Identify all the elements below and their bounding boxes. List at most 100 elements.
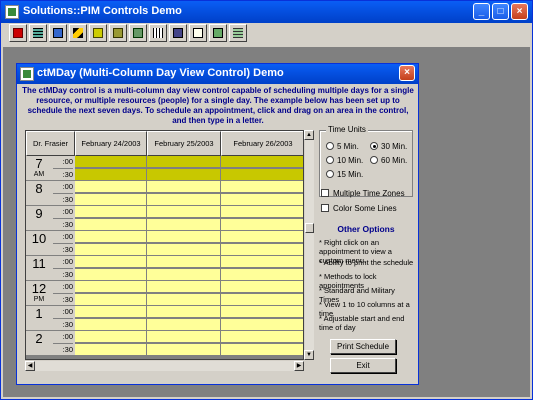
day-view-grid[interactable]: Dr. Frasier February 24/2003 February 25… [25,130,304,360]
time-slot-cell[interactable] [75,156,147,168]
time-slot-cell[interactable] [75,306,147,318]
time-slot-cell[interactable] [147,293,221,306]
time-slot-cell[interactable] [75,206,147,218]
time-slot-cell[interactable] [75,343,147,356]
time-slot-cell[interactable] [147,256,221,268]
time-slot-cell[interactable] [75,281,147,293]
column-header[interactable]: February 24/2003 [75,131,147,156]
list-icon[interactable] [29,24,47,42]
time-slot-cell[interactable] [221,156,303,168]
hour-label: 9:00:30 [26,206,75,231]
time-slot-cell[interactable] [221,218,303,231]
time-slot-cell[interactable] [221,168,303,181]
time-slot-cell[interactable] [147,206,221,218]
time-slot-cell[interactable] [221,318,303,331]
time-slot-cell[interactable] [221,256,303,268]
book-icon[interactable] [89,24,107,42]
description-text: The ctMDay control is a multi-column day… [22,86,414,125]
hour-number: 7 [35,156,43,171]
time-slot-cell[interactable] [147,218,221,231]
scroll-right-icon[interactable]: ▶ [294,361,304,371]
time-slot-cell[interactable] [147,318,221,331]
time-slot-cell[interactable] [75,331,147,343]
time-slot-cell[interactable] [147,268,221,281]
time-slot-cell[interactable] [147,181,221,193]
time-slot-cell[interactable] [221,268,303,281]
scroll-thumb[interactable] [305,223,314,233]
color-some-lines-checkbox[interactable]: Color Some Lines [321,204,397,214]
time-slot-cell[interactable] [221,343,303,356]
scroll-down-icon[interactable]: ▼ [304,350,314,360]
horizontal-scrollbar[interactable]: ◀ ▶ [25,361,304,371]
time-slot-cell[interactable] [75,318,147,331]
time-slot-cell[interactable] [75,268,147,281]
time-slot-cell[interactable] [75,168,147,181]
notes-icon[interactable] [189,24,207,42]
time-slot-cell[interactable] [147,243,221,256]
app-icon [5,5,19,19]
time-slot-cell[interactable] [147,168,221,181]
keyboard-icon[interactable] [169,24,187,42]
time-slot-cell[interactable] [147,193,221,206]
hour-number: 8 [35,181,43,196]
exit-button[interactable]: Exit [330,358,396,373]
toolbar [5,23,529,45]
resource-header[interactable]: Dr. Frasier [26,131,75,156]
minute-label: :30 [53,318,73,330]
maximize-button[interactable]: □ [492,3,509,20]
time-slot-cell[interactable] [75,256,147,268]
time-slot-cell[interactable] [75,181,147,193]
time-slot-cell[interactable] [221,281,303,293]
calendar-icon[interactable] [9,24,27,42]
time-slot-cell[interactable] [221,181,303,193]
time-slot-cell[interactable] [221,306,303,318]
book3-icon[interactable] [129,24,147,42]
child-close-button[interactable]: × [399,65,415,81]
minute-label: :30 [53,293,73,305]
time-slot-cell[interactable] [147,156,221,168]
time-slot-cell[interactable] [75,231,147,243]
hour-number: 2 [35,331,43,346]
radio-30-min[interactable]: 30 Min. [370,142,407,152]
column-header[interactable]: February 25/2003 [147,131,221,156]
radio-10-min[interactable]: 10 Min. [326,156,363,166]
child-app-icon [20,67,34,81]
time-slot-cell[interactable] [147,231,221,243]
radio-60-min[interactable]: 60 Min. [370,156,407,166]
minimize-button[interactable]: _ [473,3,490,20]
print-schedule-button[interactable]: Print Schedule [330,339,396,354]
multiple-time-zones-checkbox[interactable]: Multiple Time Zones [321,189,405,199]
time-slot-cell[interactable] [221,293,303,306]
time-slot-cell[interactable] [221,193,303,206]
minute-label: :30 [53,193,73,205]
time-slot-cell[interactable] [221,331,303,343]
child-titlebar[interactable]: ctMDay (Multi-Column Day View Control) D… [17,64,418,84]
hourglass-icon[interactable] [69,24,87,42]
time-slot-cell[interactable] [75,243,147,256]
time-slot-cell[interactable] [147,306,221,318]
time-slot-cell[interactable] [221,243,303,256]
time-slot-cell[interactable] [147,331,221,343]
time-slot-cell[interactable] [75,218,147,231]
grid-icon[interactable] [229,24,247,42]
time-slot-cell[interactable] [75,293,147,306]
column-header[interactable]: February 26/2003 [221,131,303,156]
vertical-scrollbar[interactable]: ▲ ▼ [304,130,314,360]
time-slot-cell[interactable] [221,206,303,218]
scroll-left-icon[interactable]: ◀ [25,361,35,371]
scroll-up-icon[interactable]: ▲ [304,130,314,140]
card-icon[interactable] [49,24,67,42]
barcode-icon[interactable] [149,24,167,42]
radio-5-min[interactable]: 5 Min. [326,142,359,152]
time-slot-cell[interactable] [75,193,147,206]
time-slot-cell[interactable] [147,281,221,293]
main-titlebar[interactable]: Solutions::PIM Controls Demo _ □ × [1,1,532,23]
minute-label: :00 [62,232,73,241]
close-button[interactable]: × [511,3,528,20]
window-icon[interactable] [209,24,227,42]
radio-15-min[interactable]: 15 Min. [326,170,363,180]
ctmday-demo-window: ctMDay (Multi-Column Day View Control) D… [16,63,419,385]
time-slot-cell[interactable] [147,343,221,356]
book2-icon[interactable] [109,24,127,42]
time-slot-cell[interactable] [221,231,303,243]
